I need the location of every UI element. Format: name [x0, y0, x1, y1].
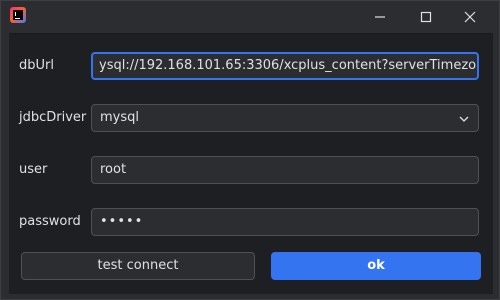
close-button[interactable]: [447, 1, 493, 33]
intellij-app-icon: [10, 7, 26, 23]
chevron-down-icon: [459, 116, 469, 122]
jdbc-driver-value: mysql: [100, 110, 139, 125]
password-input[interactable]: •••••: [91, 208, 479, 236]
dialog-content: dbUrl ysql://192.168.101.65:3306/xcplus_…: [9, 33, 493, 294]
minimize-button[interactable]: [357, 1, 403, 33]
jdbc-driver-label: jdbcDriver: [19, 110, 87, 125]
close-icon: [464, 11, 476, 23]
user-label: user: [19, 162, 48, 177]
dburl-input[interactable]: ysql://192.168.101.65:3306/xcplus_conten…: [91, 52, 479, 80]
jdbc-driver-select[interactable]: mysql: [91, 104, 479, 132]
maximize-icon: [420, 11, 432, 23]
password-label: password: [19, 214, 81, 229]
user-input[interactable]: root: [91, 156, 479, 184]
password-masked-value: •••••: [100, 214, 144, 229]
maximize-button[interactable]: [403, 1, 449, 33]
dburl-value: ysql://192.168.101.65:3306/xcplus_conten…: [99, 58, 477, 73]
connection-dialog: dbUrl ysql://192.168.101.65:3306/xcplus_…: [0, 0, 500, 300]
title-bar[interactable]: [1, 1, 499, 33]
minimize-icon: [375, 16, 385, 18]
test-connect-button[interactable]: test connect: [21, 252, 255, 280]
ok-button[interactable]: ok: [271, 252, 481, 280]
dburl-label: dbUrl: [19, 58, 54, 73]
user-value: root: [100, 162, 127, 177]
